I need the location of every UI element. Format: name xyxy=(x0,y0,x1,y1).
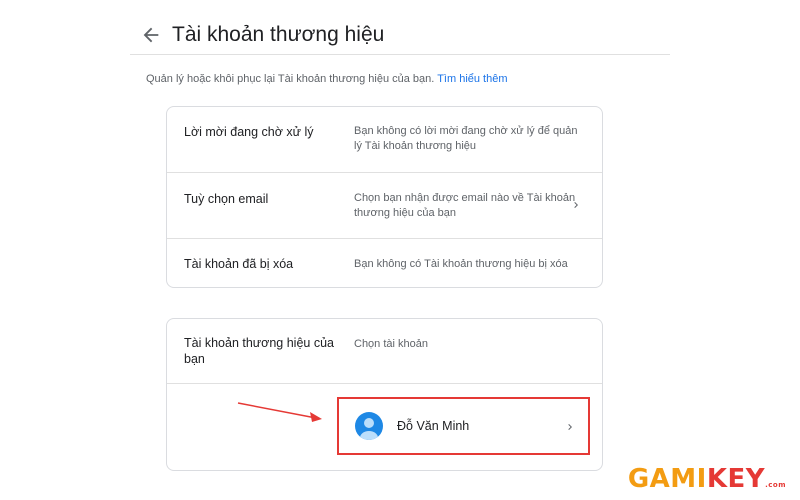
watermark-text-2: KEY xyxy=(706,464,766,494)
chevron-right-icon xyxy=(568,424,572,430)
account-item[interactable]: Đỗ Văn Minh xyxy=(337,397,590,455)
watermark-text-1: GAMI xyxy=(627,464,707,494)
watermark-suffix: .com xyxy=(765,481,786,489)
account-name: Đỗ Văn Minh xyxy=(397,419,470,433)
avatar-icon xyxy=(355,412,383,440)
watermark-logo: GAMIKEY.com xyxy=(628,464,786,494)
